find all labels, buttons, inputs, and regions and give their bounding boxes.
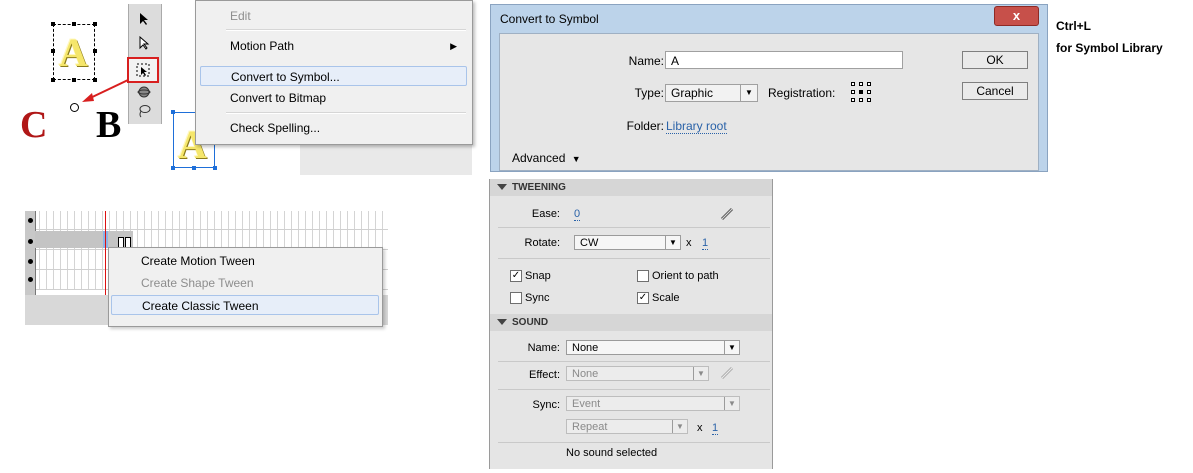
name-field[interactable]: A — [665, 51, 903, 69]
selection-tool-icon[interactable] — [133, 10, 155, 28]
symbol-letter: A — [59, 30, 88, 75]
sound-section-header[interactable]: SOUND — [490, 314, 772, 331]
scale-label: Scale — [652, 292, 680, 304]
folder-link[interactable]: Library root — [666, 119, 727, 134]
3d-rotation-tool-icon[interactable] — [133, 83, 155, 101]
snap-checkbox[interactable]: ✓ — [510, 270, 522, 282]
close-button[interactable]: x — [994, 6, 1039, 26]
edit-pencil-icon[interactable] — [719, 365, 735, 381]
cancel-button[interactable]: Cancel — [962, 82, 1028, 100]
context-menu: Edit Motion Path ▶ Convert to Symbol... … — [195, 0, 473, 145]
ease-label: Ease: — [531, 208, 560, 220]
advanced-toggle[interactable]: Advanced ▼ — [512, 151, 581, 165]
registration-label: Registration: — [768, 86, 836, 100]
library-note: for Symbol Library — [1056, 41, 1163, 55]
menu-item-motion-path[interactable]: Motion Path ▶ — [200, 36, 467, 56]
subselection-tool-icon[interactable] — [133, 34, 155, 52]
repeat-count[interactable]: 1 — [712, 422, 719, 435]
stage-pasteboard — [300, 140, 472, 175]
name-label: Name: — [628, 54, 664, 68]
repeat-select[interactable]: Repeat ▼ — [566, 419, 688, 434]
scale-checkbox[interactable]: ✓ — [637, 292, 649, 304]
tweening-section-header[interactable]: TWEENING — [490, 179, 772, 196]
chevron-down-icon: ▼ — [665, 236, 680, 249]
keyframe-dot — [28, 259, 33, 264]
free-transform-tool-icon[interactable] — [127, 57, 159, 83]
chevron-down-icon: ▼ — [693, 367, 708, 380]
convert-to-symbol-dialog: Convert to Symbol x Name: A Type: Graphi… — [490, 4, 1048, 172]
selected-symbol-box[interactable]: A — [51, 22, 97, 82]
label-b: B — [96, 104, 122, 146]
collapse-triangle-icon — [497, 184, 507, 190]
ok-button[interactable]: OK — [962, 51, 1028, 69]
menu-item-convert-to-bitmap[interactable]: Convert to Bitmap — [200, 88, 467, 108]
close-icon: x — [1012, 8, 1021, 23]
menu-item-create-motion-tween[interactable]: Create Motion Tween — [111, 251, 379, 271]
layer-strip — [25, 211, 36, 295]
shortcut-note: Ctrl+L — [1056, 19, 1092, 33]
chevron-down-icon: ▼ — [724, 341, 739, 354]
edit-pencil-icon[interactable] — [719, 206, 735, 222]
sound-sync-select[interactable]: Event ▼ — [566, 396, 740, 411]
submenu-arrow-icon: ▶ — [450, 41, 457, 51]
label-c: C — [20, 104, 48, 146]
effect-label: Effect: — [529, 369, 560, 381]
triangle-down-icon: ▼ — [571, 154, 581, 164]
menu-item-edit[interactable]: Edit — [200, 6, 467, 26]
menu-item-check-spelling[interactable]: Check Spelling... — [200, 118, 467, 138]
collapse-triangle-icon — [497, 319, 507, 325]
lasso-tool-icon[interactable] — [133, 102, 155, 120]
timeline-context-menu: Create Motion Tween Create Shape Tween C… — [108, 247, 383, 327]
sound-name-label: Name: — [527, 342, 560, 354]
tools-panel — [127, 4, 162, 124]
ease-value[interactable]: 0 — [574, 208, 581, 221]
menu-item-convert-to-symbol[interactable]: Convert to Symbol... — [200, 66, 467, 86]
sound-status: No sound selected — [566, 447, 658, 459]
registration-grid[interactable] — [851, 82, 873, 104]
type-label: Type: — [634, 86, 664, 100]
folder-label: Folder: — [626, 119, 664, 133]
dialog-body: Name: A Type: Graphic ▼ Registration: Fo… — [499, 33, 1039, 171]
orient-label: Orient to path — [652, 270, 719, 282]
type-select[interactable]: Graphic ▼ — [665, 84, 758, 102]
chevron-down-icon: ▼ — [740, 85, 757, 101]
sound-name-select[interactable]: None ▼ — [566, 340, 740, 355]
menu-item-create-classic-tween[interactable]: Create Classic Tween — [111, 295, 379, 315]
playhead[interactable] — [105, 211, 106, 295]
menu-item-create-shape-tween[interactable]: Create Shape Tween — [111, 273, 379, 293]
rotate-select[interactable]: CW ▼ — [574, 235, 681, 250]
times-label: x — [686, 237, 692, 249]
properties-panel: TWEENING Ease: 0 Rotate: CW ▼ x 1 ✓ Snap… — [489, 179, 773, 469]
sync-label: Sync — [525, 292, 550, 304]
pointer-arrow-icon — [82, 79, 129, 102]
effect-select[interactable]: None ▼ — [566, 366, 709, 381]
keyframe-dot — [28, 277, 33, 282]
keyframe-dot — [28, 239, 33, 244]
chevron-down-icon: ▼ — [724, 397, 739, 410]
rotate-label: Rotate: — [524, 237, 560, 249]
dialog-title: Convert to Symbol — [500, 12, 599, 26]
rotate-count[interactable]: 1 — [702, 237, 709, 250]
orient-to-path-checkbox[interactable] — [637, 270, 649, 282]
sound-sync-label: Sync: — [532, 399, 560, 411]
chevron-down-icon: ▼ — [672, 420, 687, 433]
times-label: x — [697, 422, 703, 434]
snap-label: Snap — [525, 270, 551, 282]
sync-checkbox[interactable] — [510, 292, 522, 304]
keyframe-dot — [28, 218, 33, 223]
